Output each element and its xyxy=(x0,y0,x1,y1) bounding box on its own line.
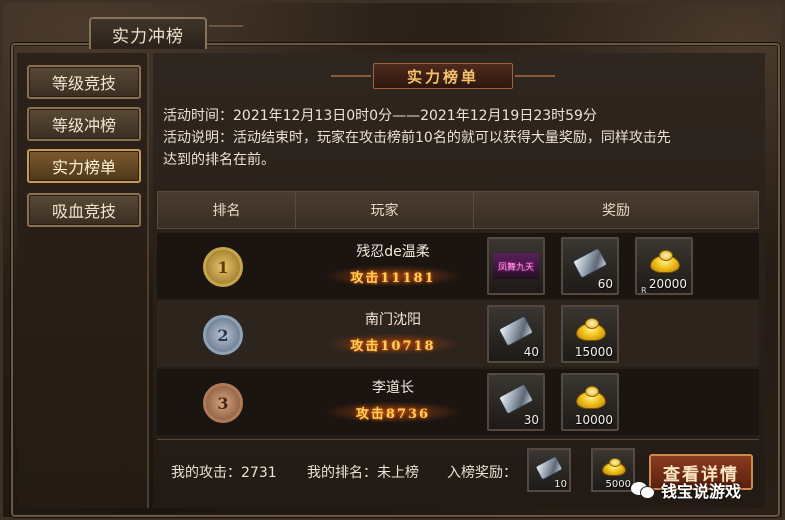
my-attack: 我的攻击：2731 xyxy=(171,465,277,481)
reward-qty: 40 xyxy=(523,345,539,359)
gold-ingot-icon xyxy=(576,386,606,409)
activity-desc-line1: 活动说明：活动结束时，玩家在攻击榜前10名的就可以获得大量奖励，同样攻击先 xyxy=(163,130,671,146)
player-attack: 攻击10718 xyxy=(323,333,463,355)
sidebar-item-label: 等级竞技 xyxy=(51,74,116,93)
entry-reward-gold-ingot[interactable]: 5000 xyxy=(591,448,635,492)
rank-medal-gold-icon: 1 xyxy=(203,247,243,287)
reward-qty: 20000 xyxy=(648,277,687,291)
table-row: 1 残忍de温柔 攻击11181 凤舞九天 60 R 20000 xyxy=(157,233,759,299)
rank-medal-bronze-icon: 3 xyxy=(203,383,243,423)
sidebar-item-label: 等级冲榜 xyxy=(51,116,116,135)
player-name: 残忍de温柔 xyxy=(356,244,430,260)
sidebar-item-label: 实力榜单 xyxy=(51,158,116,177)
section-banner: 实力榜单 xyxy=(373,63,513,89)
reward-qty: 15000 xyxy=(574,345,613,359)
my-rank: 我的排名：未上榜 xyxy=(307,465,419,481)
reward-qty: 30 xyxy=(523,413,539,427)
silver-stone-icon xyxy=(534,455,564,481)
window-title: 实力冲榜 xyxy=(112,26,184,47)
reward-silver-stone[interactable]: 30 xyxy=(487,373,545,431)
reward-silver-stone[interactable]: 60 xyxy=(561,237,619,295)
rank-number: 1 xyxy=(217,257,229,277)
table-row: 3 李道长 攻击8736 30 10000 xyxy=(157,369,759,435)
watermark-text: 钱宝说游戏 xyxy=(661,482,742,501)
rank-medal-silver-icon: 2 xyxy=(203,315,243,355)
gold-ingot-icon xyxy=(602,458,626,476)
main-panel: 实力榜单 活动时间：2021年12月13日0时0分——2021年12月19日23… xyxy=(153,53,765,508)
reward-gold-ingot[interactable]: 15000 xyxy=(561,305,619,363)
reward-qty: 10 xyxy=(554,479,567,490)
entry-reward-label: 入榜奖励： xyxy=(447,465,517,481)
reward-silver-stone[interactable]: 40 xyxy=(487,305,545,363)
banner-ornament-left xyxy=(331,75,371,77)
reward-qty: 10000 xyxy=(574,413,613,427)
watermark: 钱宝说游戏 xyxy=(631,477,741,503)
sidebar-item-level-arena[interactable]: 等级竞技 xyxy=(27,65,141,99)
gold-ingot-icon xyxy=(650,250,680,273)
column-header-rank: 排名 xyxy=(158,192,296,228)
activity-time: 活动时间：2021年12月13日0时0分——2021年12月19日23时59分 xyxy=(163,108,597,124)
player-attack: 攻击11181 xyxy=(323,265,463,287)
sidebar-item-label: 吸血竞技 xyxy=(51,202,116,221)
activity-desc-line2: 达到的排名在前。 xyxy=(163,152,275,168)
reward-title-badge[interactable]: 凤舞九天 xyxy=(487,237,545,295)
player-name: 李道长 xyxy=(372,380,414,396)
item-corner-mark: R xyxy=(641,286,647,295)
rank-number: 2 xyxy=(217,325,229,345)
player-name: 南门沈阳 xyxy=(365,312,421,328)
activity-info: 活动时间：2021年12月13日0时0分——2021年12月19日23时59分 … xyxy=(163,105,763,171)
silver-stone-icon xyxy=(572,247,608,279)
gold-ingot-icon xyxy=(576,318,606,341)
silver-stone-icon xyxy=(498,315,534,347)
wechat-icon xyxy=(631,480,655,500)
column-header-reward: 奖励 xyxy=(602,203,630,219)
sidebar-item-power-rank[interactable]: 实力榜单 xyxy=(27,149,141,183)
entry-reward-silver-stone[interactable]: 10 xyxy=(527,448,571,492)
table-row: 2 南门沈阳 攻击10718 40 15000 xyxy=(157,301,759,367)
window-title-tab: 实力冲榜 xyxy=(89,17,207,49)
reward-qty: 60 xyxy=(597,277,613,291)
sidebar: 等级竞技 等级冲榜 实力榜单 吸血竞技 xyxy=(17,53,149,508)
reward-gold-ingot[interactable]: R 20000 xyxy=(635,237,693,295)
banner-ornament-right xyxy=(515,75,555,77)
game-window: 实力冲榜 等级竞技 等级冲榜 实力榜单 吸血竞技 实力榜单 活动时间：2021年… xyxy=(0,0,785,520)
sidebar-item-lifesteal-arena[interactable]: 吸血竞技 xyxy=(27,193,141,227)
sidebar-item-level-rank[interactable]: 等级冲榜 xyxy=(27,107,141,141)
silver-stone-icon xyxy=(498,383,534,415)
column-header-player: 玩家 xyxy=(296,192,474,228)
title-badge-icon: 凤舞九天 xyxy=(493,253,539,279)
player-attack: 攻击8736 xyxy=(323,401,463,423)
reward-qty: 5000 xyxy=(605,479,631,490)
table-header: 排名 玩家 奖励 xyxy=(157,191,759,229)
rank-number: 3 xyxy=(217,393,229,413)
title-ornament xyxy=(209,25,243,43)
banner-title: 实力榜单 xyxy=(406,67,479,86)
reward-gold-ingot[interactable]: 10000 xyxy=(561,373,619,431)
